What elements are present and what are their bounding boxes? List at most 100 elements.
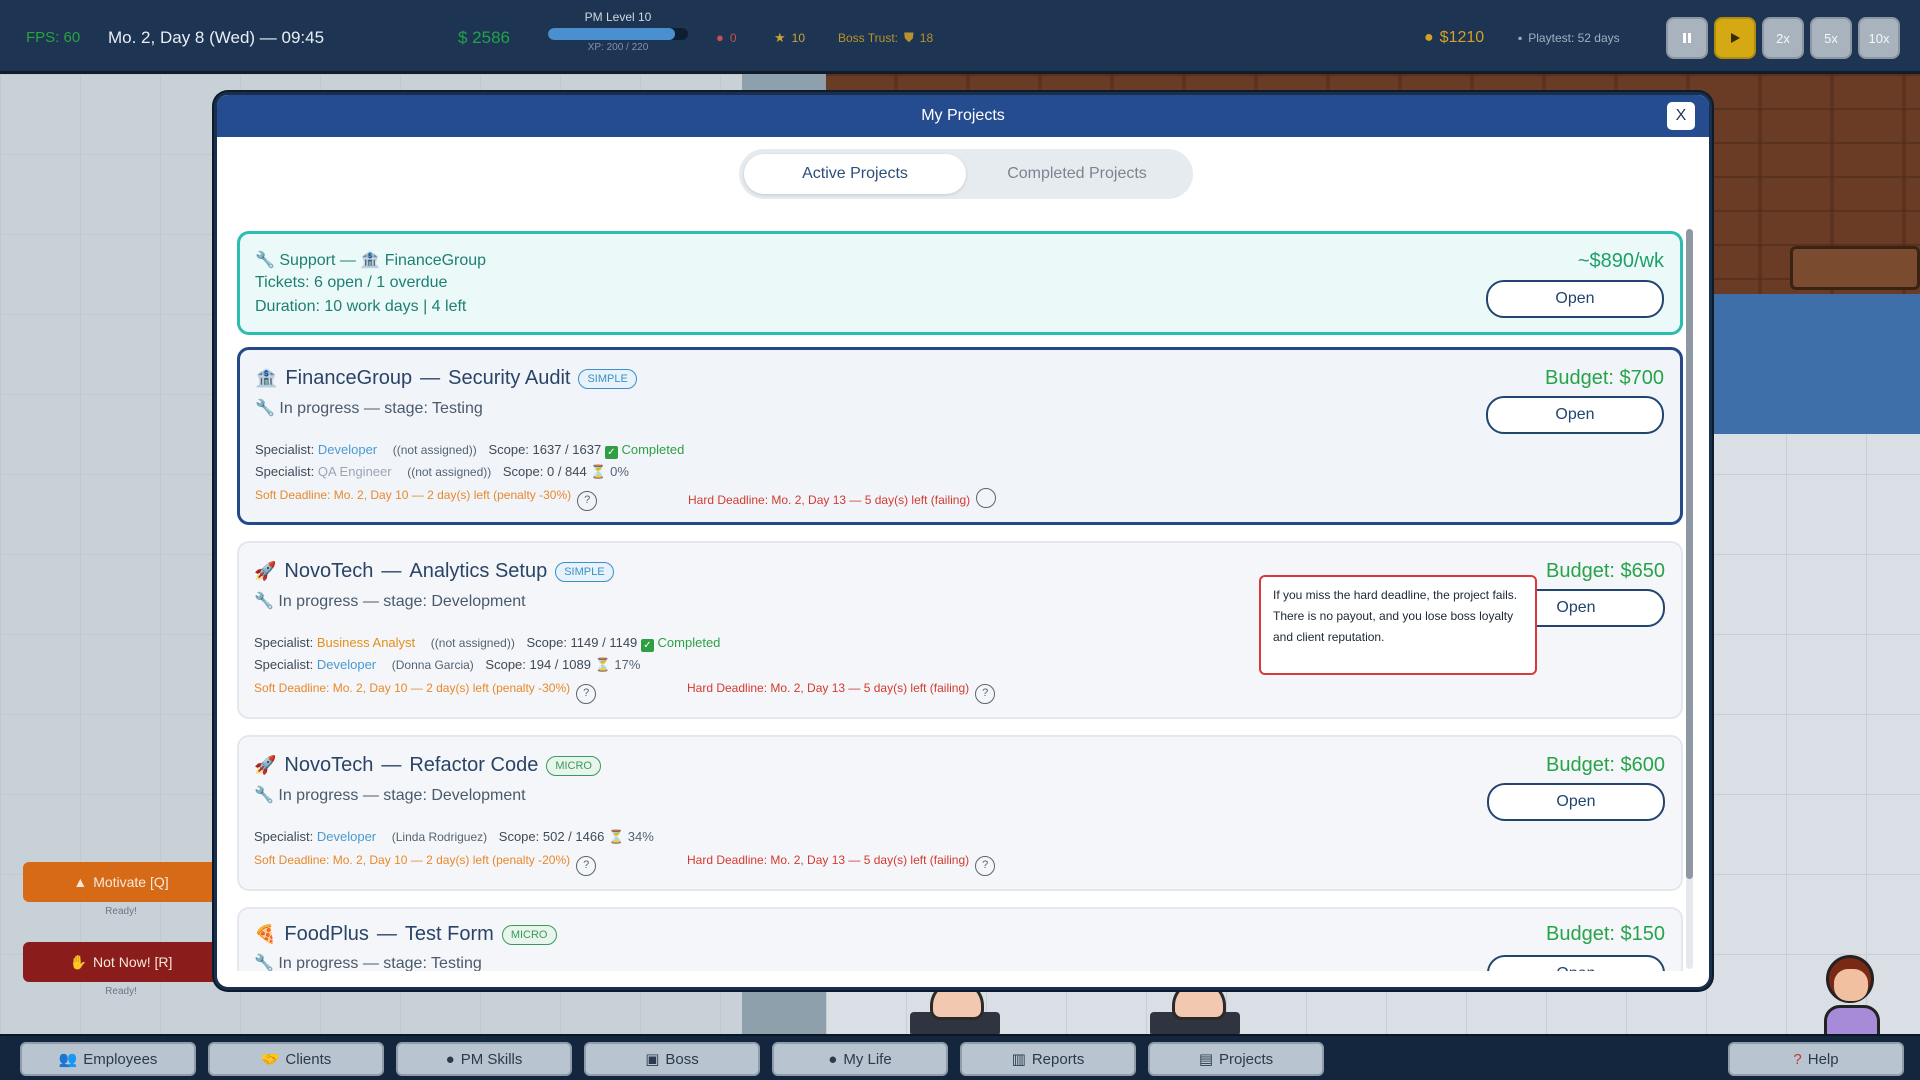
pizza-icon: 🍕	[254, 924, 277, 944]
project-stage: 🔧 In progress — stage: Testing	[254, 955, 482, 971]
support-rate: ~$890/wk	[1577, 250, 1664, 272]
wrench-icon: 🔧	[254, 593, 274, 610]
speed-10x-button[interactable]: 10x	[1858, 17, 1900, 59]
project-title: 🚀 NovoTech — Analytics Setup SIMPLE	[254, 560, 614, 583]
complexity-badge: SIMPLE	[555, 561, 614, 582]
my-projects-modal: My Projects X Active Projects Completed …	[214, 92, 1712, 990]
scrollbar-thumb[interactable]	[1686, 229, 1693, 879]
open-button[interactable]: Open	[1487, 783, 1665, 821]
hourglass-icon: ⏳	[594, 657, 611, 672]
question-icon: ?	[1793, 1050, 1802, 1068]
top-hud: FPS: 60 Mo. 2, Day 8 (Wed) — 09:45 $ 258…	[0, 0, 1920, 74]
xp-bar	[548, 28, 688, 40]
nav-clients[interactable]: 🤝 Clients	[208, 1042, 384, 1076]
nav-reports[interactable]: ▥ Reports	[960, 1042, 1136, 1076]
fps-counter: FPS: 60	[26, 29, 81, 46]
hourglass-icon: ⏳	[590, 464, 607, 479]
project-title: 🏦 FinanceGroup — Security Audit SIMPLE	[255, 367, 637, 390]
support-duration: Duration: 10 work days | 4 left	[255, 298, 467, 315]
cash-balance: $ 2586	[458, 28, 510, 47]
open-button[interactable]: Open	[1486, 280, 1664, 318]
support-header: 🔧 Support — 🏦 FinanceGroup	[255, 252, 487, 269]
chart-icon: ▥	[1011, 1051, 1026, 1068]
nav-my-life[interactable]: ● My Life	[772, 1042, 948, 1076]
pm-level: PM Level 10 XP: 200 / 220	[548, 10, 688, 53]
hand-icon: ✋	[69, 953, 88, 970]
money-bag-icon: ●	[828, 1050, 838, 1068]
project-card[interactable]: 🍕 FoodPlus — Test Form MICRO 🔧 In progress…	[237, 907, 1683, 971]
wrench-icon: 🔧	[254, 787, 274, 804]
bank-icon: 🏦	[255, 368, 278, 388]
hard-deadline-help[interactable]	[976, 488, 997, 508]
specialist-row: Specialist: QA Engineer ((not assigned))…	[255, 464, 629, 479]
project-budget: Budget: $700	[1545, 367, 1664, 389]
pause-icon	[1683, 33, 1691, 43]
project-card[interactable]: 🏦 FinanceGroup — Security Audit SIMPLE 🔧 I…	[237, 347, 1683, 525]
project-tabs: Active Projects Completed Projects	[739, 149, 1193, 199]
nav-projects[interactable]: ▤ Projects	[1148, 1042, 1324, 1076]
project-stage: 🔧 In progress — stage: Testing	[255, 400, 483, 417]
blue-wall	[1714, 294, 1920, 434]
brain-icon: ●	[445, 1050, 455, 1068]
rocket-icon: 🚀	[254, 755, 277, 775]
hard-deadline: Hard Deadline: Mo. 2, Day 13 — 5 day(s) …	[688, 488, 997, 508]
nav-employees[interactable]: 👥 Employees	[20, 1042, 196, 1076]
bottom-nav: 👥 Employees 🤝 Clients ● PM Skills ▣ Boss ● My…	[0, 1034, 1920, 1080]
close-button[interactable]: X	[1667, 102, 1695, 130]
check-icon: ✓	[604, 446, 618, 459]
open-button[interactable]: Open	[1487, 955, 1665, 971]
tab-completed-projects[interactable]: Completed Projects	[966, 154, 1188, 194]
game-date: Mo. 2, Day 8 (Wed) — 09:45	[108, 28, 325, 47]
project-budget: Budget: $150	[1546, 923, 1665, 945]
hard-deadline-help[interactable]: ?	[975, 684, 996, 704]
pause-button[interactable]	[1666, 17, 1708, 59]
speed-2x-button[interactable]: 2x	[1762, 17, 1804, 59]
soft-deadline: Soft Deadline: Mo. 2, Day 10 — 2 day(s) …	[254, 853, 597, 876]
soft-deadline-help[interactable]: ?	[577, 491, 598, 511]
soft-deadline: Soft Deadline: Mo. 2, Day 10 — 2 day(s) …	[255, 488, 598, 511]
project-title: 🚀 NovoTech — Refactor Code MICRO	[254, 754, 601, 777]
check-icon: ✓	[640, 639, 654, 652]
specialist-row: Specialist: Developer (Donna Garcia) Sco…	[254, 657, 641, 672]
nav-boss[interactable]: ▣ Boss	[584, 1042, 760, 1076]
nav-pm-skills[interactable]: ● PM Skills	[396, 1042, 572, 1076]
project-card[interactable]: 🚀 NovoTech — Refactor Code MICRO 🔧 In prog…	[237, 735, 1683, 891]
handshake-icon: 🤝	[260, 1051, 280, 1068]
project-stage: 🔧 In progress — stage: Development	[254, 593, 526, 610]
motivate-button[interactable]: ▲ Motivate [Q]	[23, 862, 219, 902]
play-icon	[1731, 33, 1740, 43]
pm-level-label: PM Level 10	[584, 10, 652, 24]
wrench-icon: 🔧	[255, 400, 275, 417]
soft-deadline-help[interactable]: ?	[576, 684, 597, 704]
nav-help[interactable]: ? Help	[1728, 1042, 1904, 1076]
soft-deadline: Soft Deadline: Mo. 2, Day 10 — 2 day(s) …	[254, 681, 597, 704]
rocket-icon: 🚀	[254, 561, 277, 581]
player-character[interactable]	[1824, 955, 1880, 1039]
complexity-badge: MICRO	[546, 755, 601, 776]
xp-label: XP: 200 / 220	[587, 42, 649, 53]
reputation-stat: ★ 10	[774, 30, 806, 45]
hard-deadline-help[interactable]: ?	[975, 856, 996, 876]
modal-title: My Projects	[921, 107, 1005, 124]
speed-5x-button[interactable]: 5x	[1810, 17, 1852, 59]
play-button[interactable]	[1714, 17, 1756, 59]
calendar-icon: ▪	[1518, 31, 1523, 45]
complexity-badge: MICRO	[501, 924, 557, 945]
project-stage: 🔧 In progress — stage: Development	[254, 787, 526, 804]
open-button[interactable]: Open	[1486, 396, 1664, 434]
hard-deadline: Hard Deadline: Mo. 2, Day 13 — 5 day(s) …	[687, 853, 996, 876]
star-icon: ★	[774, 30, 786, 45]
clipboard-icon: ▤	[1198, 1051, 1213, 1068]
not-now-button[interactable]: ✋ Not Now! [R]	[23, 942, 219, 982]
boss-trust-stat: Boss Trust: ⛊ 18	[838, 30, 934, 45]
people-icon: 👥	[58, 1051, 78, 1068]
hourglass-icon: ⏳	[607, 829, 625, 844]
project-list-scrollbar[interactable]	[1686, 229, 1693, 969]
complexity-badge: SIMPLE	[578, 368, 637, 389]
project-title: 🍕 FoodPlus — Test Form MICRO	[254, 923, 557, 946]
project-budget: Budget: $650	[1546, 560, 1665, 582]
tab-active-projects[interactable]: Active Projects	[744, 154, 966, 194]
soft-deadline-help[interactable]: ?	[576, 856, 597, 876]
project-budget: Budget: $600	[1546, 754, 1665, 776]
bank-icon: 🏦	[360, 252, 381, 269]
